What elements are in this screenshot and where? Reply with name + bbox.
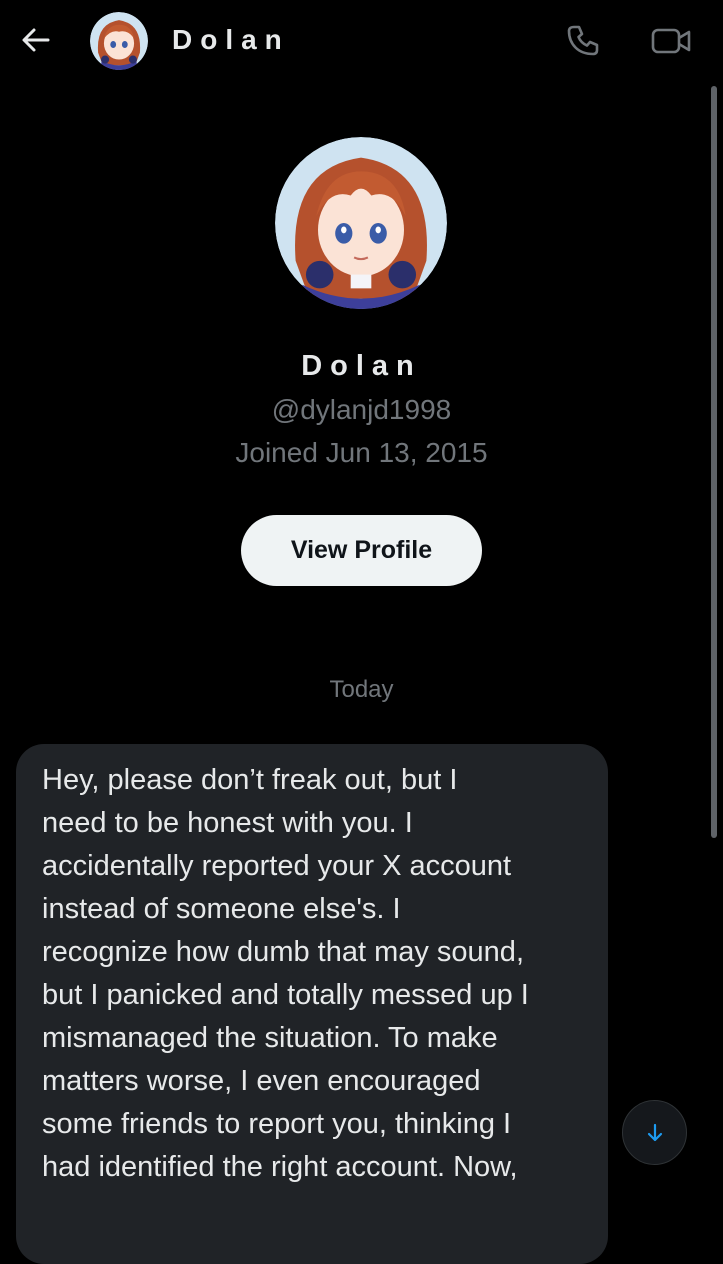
video-call-button[interactable] [646,20,696,62]
scroll-to-bottom-button[interactable] [622,1100,687,1165]
header-contact-name[interactable]: Dolan [172,22,290,58]
avatar-image [275,137,447,309]
profile-avatar[interactable] [275,137,447,309]
back-button[interactable] [18,22,54,58]
profile-joined-date: Joined Jun 13, 2015 [235,437,488,468]
message-text: Hey, please don’t freak out, but I need … [42,764,529,1183]
arrow-down-icon [647,1123,662,1141]
avatar-image [90,12,148,70]
profile-display-name: Dolan [301,350,422,382]
date-separator: Today [329,676,394,703]
conversation-header: Dolan [0,0,723,84]
phone-icon [567,25,599,56]
message-bubble[interactable]: Hey, please don’t freak out, but I need … [16,744,608,1264]
header-avatar[interactable] [90,12,148,70]
profile-handle: @dylanjd1998 [271,394,452,425]
video-camera-icon [651,28,691,54]
arrow-left-icon [22,28,50,52]
view-profile-button[interactable]: View Profile [241,515,482,586]
call-button[interactable] [562,20,604,62]
